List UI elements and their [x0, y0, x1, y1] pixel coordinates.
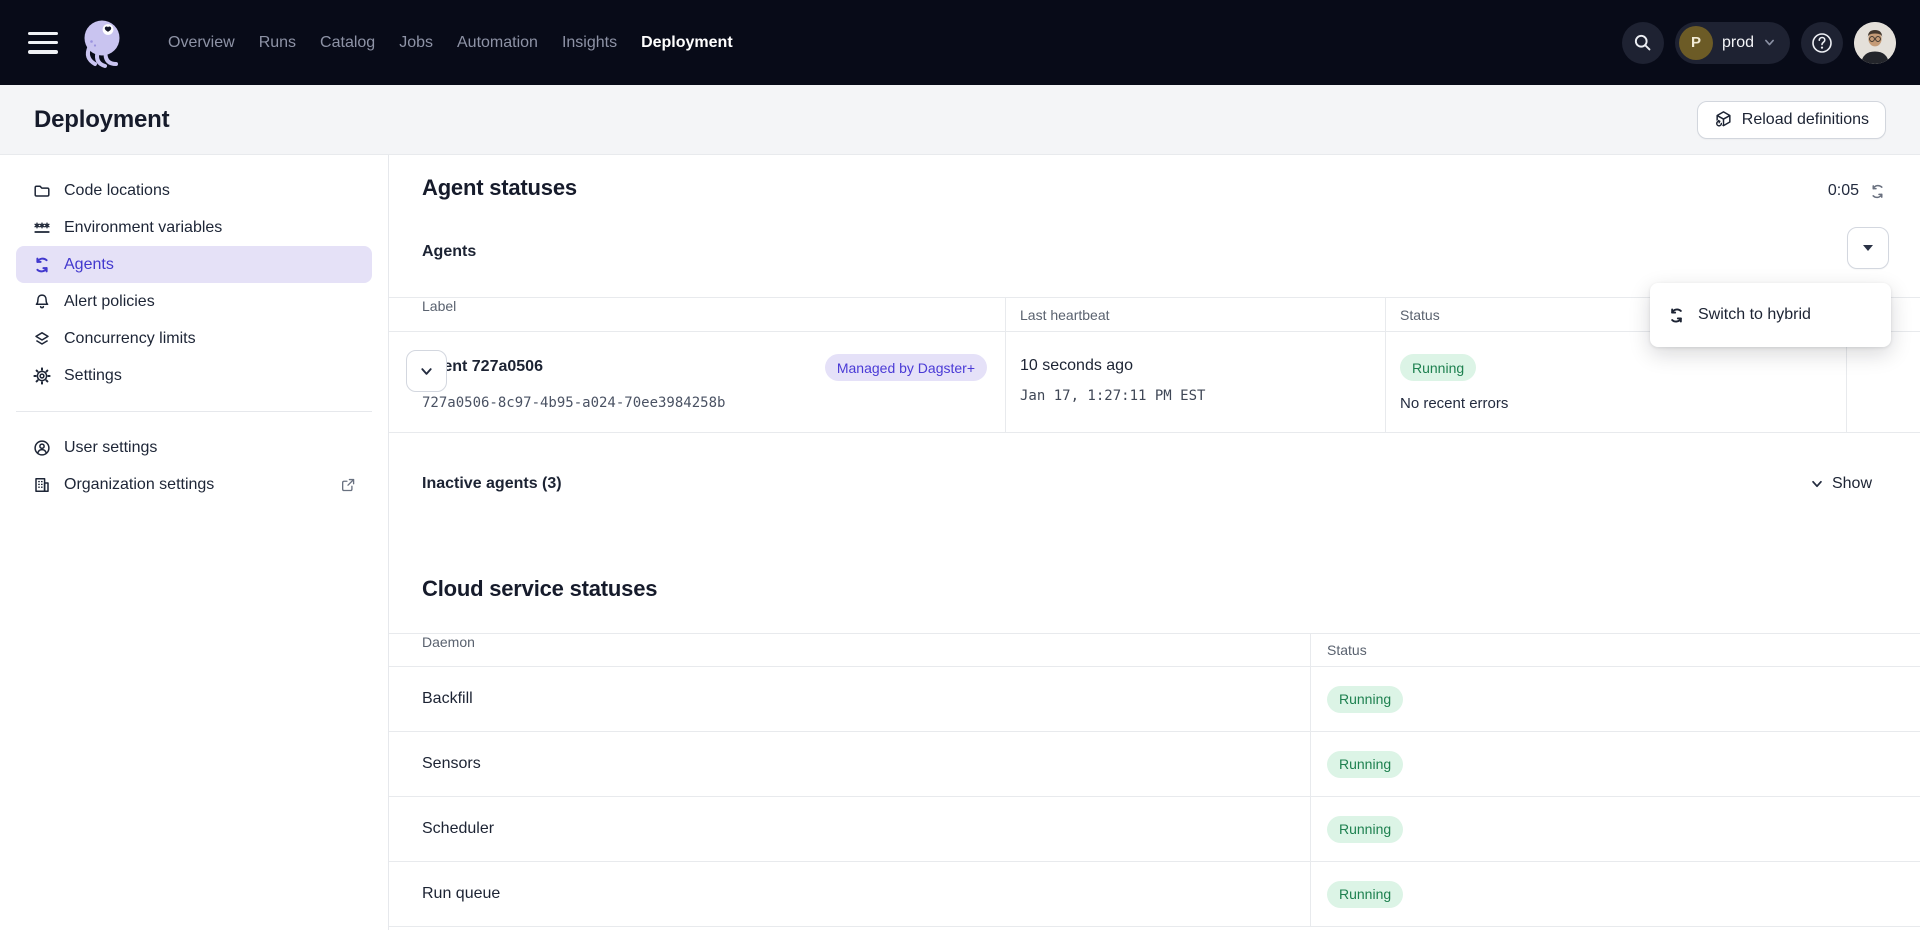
search-button[interactable]: [1622, 22, 1664, 64]
menu-item-label: Switch to hybrid: [1698, 306, 1811, 324]
column-header-status: Status: [1310, 633, 1920, 667]
agents-icon: [33, 256, 51, 274]
deployment-name: prod: [1722, 34, 1754, 52]
refresh-timer: 0:05: [1828, 182, 1886, 200]
caret-down-icon: [1863, 245, 1873, 251]
dagster-logo-icon[interactable]: [76, 14, 128, 72]
sidebar-item-environment-variables[interactable]: Environment variables: [16, 209, 372, 246]
show-label: Show: [1832, 475, 1872, 493]
page-header: Deployment Reload definitions: [0, 85, 1920, 155]
avatar-photo: [1854, 22, 1896, 64]
user-avatar[interactable]: [1854, 22, 1896, 64]
page-title: Deployment: [34, 106, 169, 134]
daemon-row-sensors: Sensors Running: [389, 732, 1920, 797]
agent-row-menu-button[interactable]: [406, 350, 447, 392]
managed-by-badge: Managed by Dagster+: [825, 354, 987, 381]
cloud-services-table: Daemon Status Backfill Running Sensors R…: [389, 633, 1920, 927]
daemon-row-run-queue: Run queue Running: [389, 862, 1920, 927]
column-header-daemon: Daemon: [389, 634, 1310, 666]
refresh-icon[interactable]: [1869, 183, 1886, 200]
reload-cube-icon: [1714, 110, 1733, 129]
top-nav: Overview Runs Catalog Jobs Automation In…: [0, 0, 1920, 85]
column-header-label: Label: [389, 298, 1005, 331]
inactive-agents-show-toggle[interactable]: Show: [1810, 475, 1872, 493]
sidebar-item-label: Settings: [64, 367, 122, 385]
daemon-name: Run queue: [389, 862, 1310, 926]
nav-item-automation[interactable]: Automation: [445, 0, 550, 85]
sidebar-item-label: Alert policies: [64, 293, 155, 311]
column-header-last-heartbeat: Last heartbeat: [1005, 297, 1385, 332]
hamburger-menu-icon[interactable]: [28, 32, 58, 54]
inactive-agents-title: Inactive agents (3): [422, 475, 562, 493]
deployment-switcher[interactable]: P prod: [1675, 22, 1790, 64]
agents-actions-menu: Switch to hybrid: [1650, 283, 1891, 347]
deployment-initial-badge: P: [1679, 26, 1713, 60]
cloud-service-statuses-title: Cloud service statuses: [422, 576, 657, 602]
sidebar-item-label: Environment variables: [64, 219, 222, 237]
sidebar-item-label: User settings: [64, 439, 157, 457]
nav-item-deployment[interactable]: Deployment: [629, 0, 745, 85]
sidebar-item-concurrency-limits[interactable]: Concurrency limits: [16, 320, 372, 357]
sidebar-item-label: Organization settings: [64, 476, 214, 494]
chevron-down-icon: [419, 364, 434, 379]
sidebar-item-label: Agents: [64, 256, 114, 274]
agents-actions-dropdown-button[interactable]: [1847, 227, 1889, 269]
sidebar-item-user-settings[interactable]: User settings: [16, 429, 372, 466]
daemon-name: Scheduler: [389, 797, 1310, 861]
nav-item-overview[interactable]: Overview: [156, 0, 247, 85]
inactive-agents-row: Inactive agents (3) Show: [422, 475, 1872, 493]
settings-sidebar: Code locations Environment variables: [0, 155, 389, 930]
nav-item-insights[interactable]: Insights: [550, 0, 629, 85]
reload-definitions-button[interactable]: Reload definitions: [1697, 101, 1886, 139]
chevron-down-icon: [1810, 477, 1824, 491]
daemon-row-scheduler: Scheduler Running: [389, 797, 1920, 862]
search-icon: [1633, 33, 1652, 52]
nav-item-runs[interactable]: Runs: [247, 0, 308, 85]
sidebar-item-label: Code locations: [64, 182, 170, 200]
sidebar-item-settings[interactable]: Settings: [16, 357, 372, 394]
gear-icon: [33, 367, 51, 385]
layers-icon: [33, 330, 51, 348]
heartbeat-relative: 10 seconds ago: [1020, 354, 1385, 375]
sidebar-item-alert-policies[interactable]: Alert policies: [16, 283, 372, 320]
env-vars-icon: [33, 219, 51, 237]
daemon-status-badge: Running: [1327, 686, 1403, 713]
bell-icon: [33, 293, 51, 311]
nav-item-catalog[interactable]: Catalog: [308, 0, 387, 85]
cloud-table-header: Daemon Status: [389, 633, 1920, 667]
agents-section-title: Agents: [422, 243, 476, 261]
primary-nav: Overview Runs Catalog Jobs Automation In…: [156, 0, 745, 85]
agent-status-detail: No recent errors: [1400, 395, 1846, 412]
reload-definitions-label: Reload definitions: [1742, 111, 1869, 129]
user-circle-icon: [33, 439, 51, 457]
chevron-down-icon: [1763, 36, 1776, 49]
refresh-countdown: 0:05: [1828, 182, 1859, 200]
sidebar-item-label: Concurrency limits: [64, 330, 196, 348]
nav-item-jobs[interactable]: Jobs: [387, 0, 445, 85]
daemon-name: Backfill: [389, 667, 1310, 731]
agents-icon: [1668, 307, 1685, 324]
sidebar-divider: [16, 411, 372, 412]
building-icon: [33, 476, 51, 494]
menu-item-switch-to-hybrid[interactable]: Switch to hybrid: [1668, 306, 1811, 324]
daemon-row-backfill: Backfill Running: [389, 667, 1920, 732]
agent-status-badge: Running: [1400, 354, 1476, 381]
app-window: Overview Runs Catalog Jobs Automation In…: [0, 0, 1920, 930]
heartbeat-timestamp: Jan 17, 1:27:11 PM EST: [1020, 388, 1385, 404]
daemon-status-badge: Running: [1327, 816, 1403, 843]
agents-main-panel: Agent statuses 0:05 Agents Label Last he…: [389, 155, 1920, 930]
agent-row: Agent 727a0506 Managed by Dagster+ 727a0…: [389, 332, 1920, 433]
agent-id: 727a0506-8c97-4b95-a024-70ee3984258b: [422, 395, 1005, 411]
folder-icon: [33, 182, 51, 200]
help-button[interactable]: [1801, 22, 1843, 64]
daemon-status-badge: Running: [1327, 881, 1403, 908]
sidebar-item-organization-settings[interactable]: Organization settings: [16, 466, 372, 503]
sidebar-item-code-locations[interactable]: Code locations: [16, 172, 372, 209]
sidebar-item-agents[interactable]: Agents: [16, 246, 372, 283]
agent-statuses-title: Agent statuses: [422, 175, 577, 201]
external-link-icon: [340, 477, 356, 493]
help-icon: [1810, 31, 1834, 55]
daemon-name: Sensors: [389, 732, 1310, 796]
daemon-status-badge: Running: [1327, 751, 1403, 778]
